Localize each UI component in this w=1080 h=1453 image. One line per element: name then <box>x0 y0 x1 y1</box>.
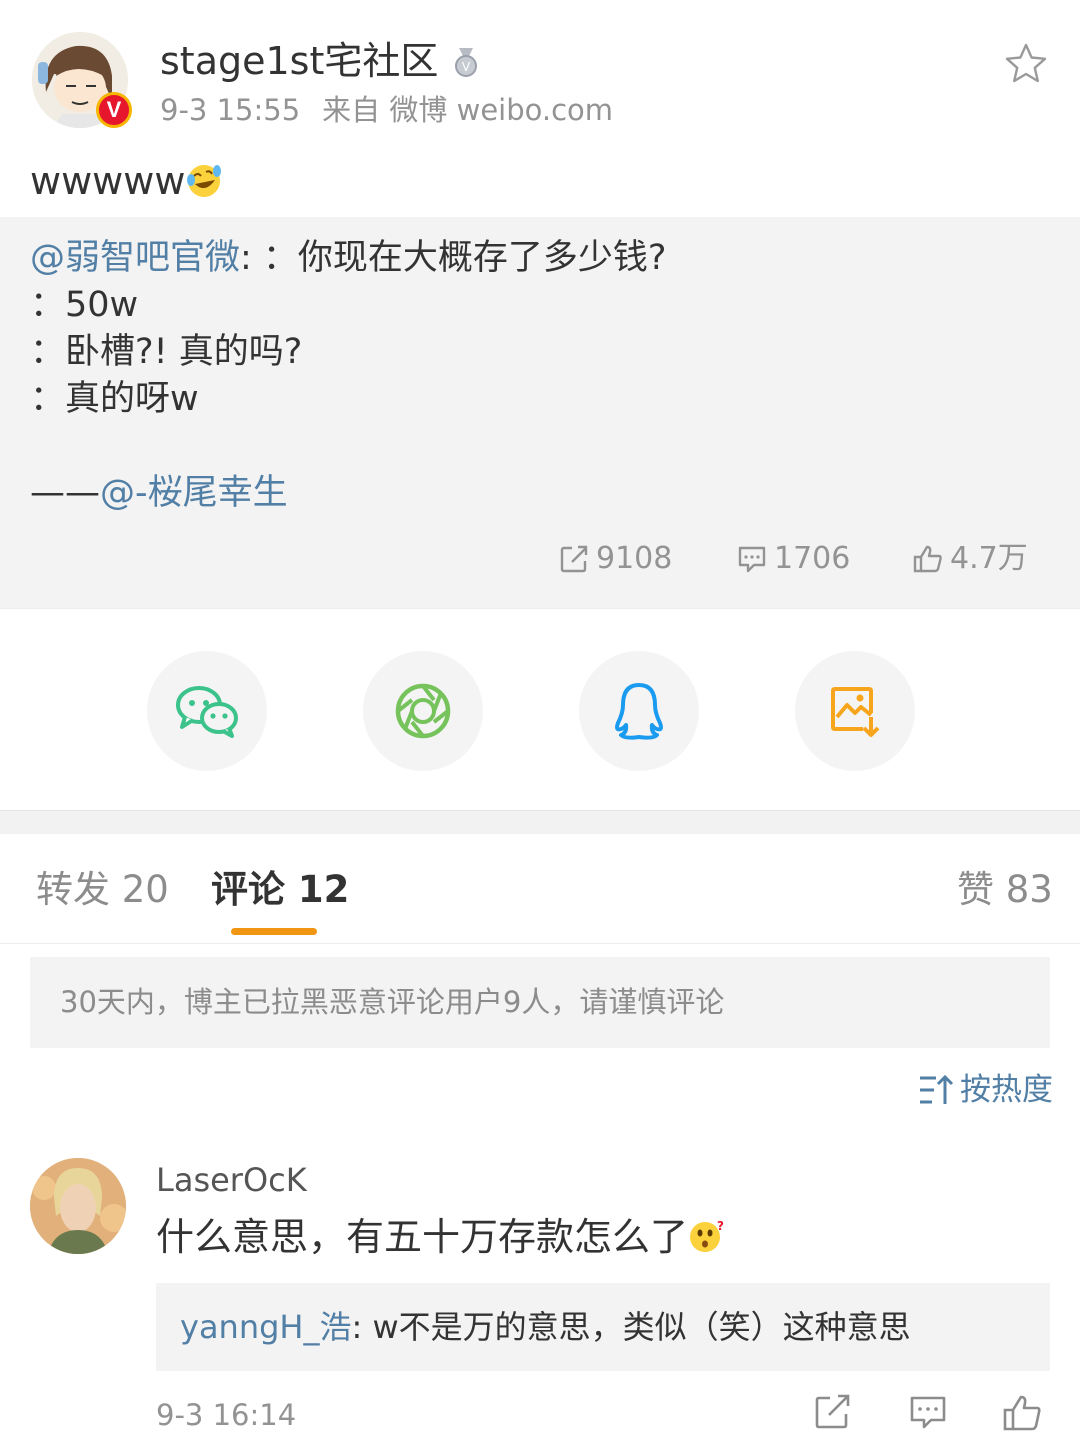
comment-reply[interactable]: yanngH_浩: w不是万的意思，类似（笑）这种意思 <box>156 1283 1050 1371</box>
comment-count: 1706 <box>774 541 851 576</box>
medal-icon: V <box>450 42 482 77</box>
tab-comments[interactable]: 评论 12 <box>211 866 349 914</box>
repost-credit-mention-link[interactable]: @-桜尾幸生 <box>100 473 288 513</box>
block-notice: 30天内，博主已拉黑恶意评论用户9人，请谨慎评论 <box>30 957 1050 1048</box>
section-divider <box>0 810 1080 834</box>
share-moments-button[interactable] <box>363 651 483 771</box>
repost-line-4: ：真的呀w <box>30 379 199 419</box>
sort-label: 按热度 <box>960 1072 1053 1108</box>
save-image-button[interactable] <box>795 651 915 771</box>
sort-icon <box>920 1074 954 1104</box>
star-icon <box>1005 43 1047 83</box>
comment-count-button[interactable]: 1706 <box>736 539 850 579</box>
post-text-body: wwwww <box>30 159 186 203</box>
repost-mention-link[interactable]: @弱智吧官微 <box>30 238 240 278</box>
laugh-cry-emoji-icon <box>185 162 223 200</box>
repost-text: @弱智吧官微: ：你现在大概存了多少钱? ：50w ：卧槽?! 真的吗? ：真的… <box>30 235 667 517</box>
favorite-star-button[interactable] <box>1004 42 1048 86</box>
thumbs-up-icon <box>1003 1395 1041 1431</box>
tab-reposts[interactable]: 转发 20 <box>36 866 169 914</box>
author-name[interactable]: stage1st宅社区 V <box>160 38 482 84</box>
active-tab-indicator <box>231 928 317 935</box>
comment-repost-button[interactable] <box>812 1392 856 1436</box>
save-image-icon <box>831 687 880 737</box>
wechat-icon <box>176 686 238 738</box>
reposted-content[interactable]: @弱智吧官微: ：你现在大概存了多少钱? ：50w ：卧槽?! 真的吗? ：真的… <box>0 217 1080 608</box>
share-wechat-button[interactable] <box>147 651 267 771</box>
share-qq-button[interactable] <box>579 651 699 771</box>
comment-text-body: 什么意思，有五十万存款怎么了 <box>156 1215 689 1259</box>
repost-credit-line: ——@-桜尾幸生 <box>30 470 667 517</box>
commenter-avatar[interactable] <box>30 1158 126 1254</box>
repost-count: 9108 <box>596 541 673 576</box>
comment-text: 什么意思，有五十万存款怎么了? <box>156 1212 724 1262</box>
qq-icon <box>615 683 663 740</box>
post-time: 9-3 15:55 <box>160 93 301 127</box>
reply-user-link[interactable]: yanngH_浩 <box>180 1308 352 1346</box>
repost-count-button[interactable]: 9108 <box>558 539 672 579</box>
interaction-tabs: 转发 20 评论 12 赞 83 <box>0 834 1080 944</box>
post-meta: 9-3 15:55 来自 微博 weibo.com <box>160 92 613 128</box>
repost-icon <box>815 1394 850 1429</box>
author-name-text[interactable]: stage1st宅社区 <box>160 39 438 83</box>
comment-icon <box>738 546 766 573</box>
tab-likes[interactable]: 赞 83 <box>957 866 1053 914</box>
comment-time: 9-3 16:14 <box>156 1398 297 1432</box>
svg-text:?: ? <box>717 1219 724 1233</box>
like-count-button[interactable]: 4.7万 <box>912 539 1028 579</box>
reply-text: : w不是万的意思，类似（笑）这种意思 <box>351 1308 911 1346</box>
like-count: 4.7万 <box>950 541 1028 576</box>
post-source: 来自 微博 weibo.com <box>322 93 614 127</box>
post-header: V stage1st宅社区 V 9-3 15:55 来自 微博 weibo.com <box>0 0 1080 150</box>
comment-icon <box>910 1396 946 1429</box>
moments-icon <box>395 683 451 739</box>
comment-item: LaserOcK 什么意思，有五十万存款怎么了? yanngH_浩: w不是万的… <box>0 1150 1080 1453</box>
svg-text:V: V <box>462 60 471 74</box>
repost-line-1: @弱智吧官微: ：你现在大概存了多少钱? <box>30 235 667 282</box>
repost-icon <box>560 545 588 573</box>
thumbs-up-icon <box>913 545 942 573</box>
surprised-emoji-icon: ? <box>688 1216 724 1252</box>
repost-line-2: ：50w <box>30 285 139 325</box>
repost-line-1-text: : ：你现在大概存了多少钱? <box>240 238 667 278</box>
commenter-name[interactable]: LaserOcK <box>156 1160 307 1200</box>
repost-line-3: ：卧槽?! 真的吗? <box>30 332 303 372</box>
repost-credit-prefix: —— <box>30 473 100 513</box>
sort-by-hot-button[interactable]: 按热度 <box>918 1070 1053 1110</box>
verified-badge-icon: V <box>96 92 132 128</box>
post-text: wwwww <box>30 158 223 204</box>
share-row <box>0 608 1080 810</box>
comment-like-button[interactable] <box>1002 1392 1046 1436</box>
author-avatar[interactable]: V <box>32 32 132 128</box>
comment-reply-button[interactable] <box>908 1392 952 1436</box>
